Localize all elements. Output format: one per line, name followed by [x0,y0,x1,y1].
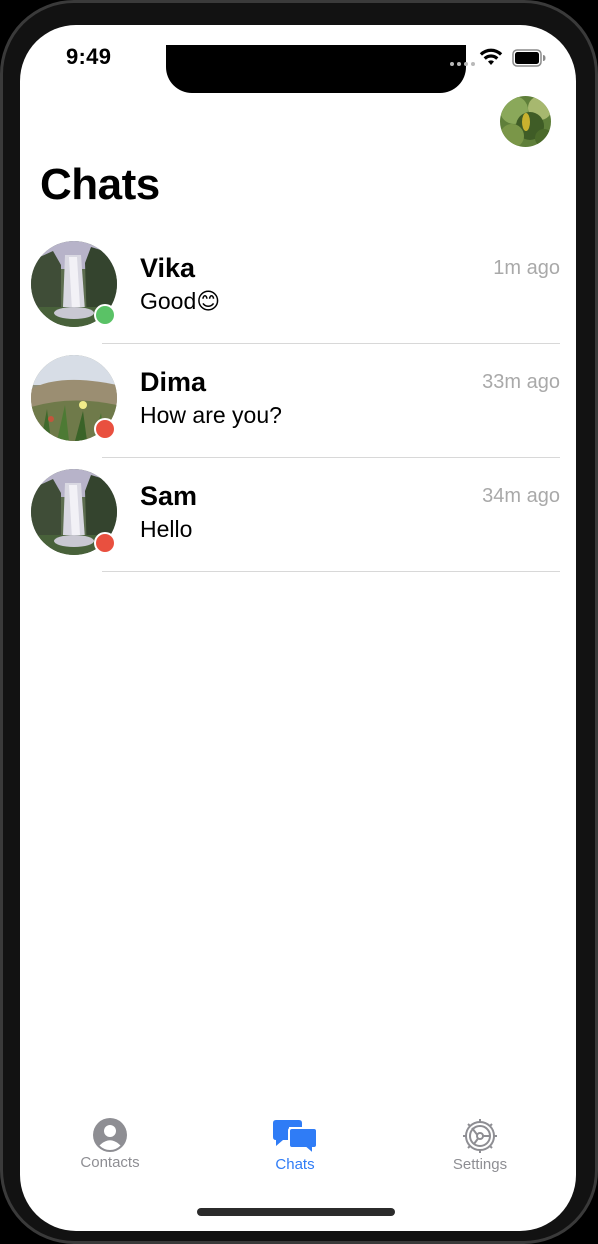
message-time: 33m ago [482,371,560,393]
offline-status-dot [94,532,116,554]
chat-row-sam[interactable]: Sam 34m ago Hello [30,458,560,572]
status-time: 9:49 [66,44,112,69]
landscape-photo-icon [500,96,551,147]
last-message: How are you? [140,402,282,428]
message-time: 1m ago [493,257,560,279]
tab-chats[interactable]: Chats [235,1112,355,1182]
page-title: Chats [40,160,160,209]
tab-label: Settings [452,1156,508,1173]
tab-label: Contacts [80,1154,140,1171]
online-status-dot [94,304,116,326]
last-message-text: Good [140,288,197,314]
cellular-signal-icon [450,62,475,66]
tab-settings[interactable]: Settings [420,1112,540,1182]
chat-row-vika[interactable]: Vika 1m ago Good😊 [30,230,560,344]
tab-bar: Contacts Chats Settings [0,1112,598,1192]
divider [102,571,560,572]
contact-name: Dima [140,367,207,397]
message-time: 34m ago [482,485,560,507]
smiling-face-emoji: 😊 [196,288,221,314]
tab-contacts[interactable]: Contacts [50,1112,170,1182]
battery-icon [512,49,546,67]
chat-row-dima[interactable]: Dima 33m ago How are you? [30,344,560,458]
chat-bubbles-icon [273,1120,318,1154]
last-message: Hello [140,516,193,542]
wifi-icon [479,48,503,65]
contact-name: Vika [140,253,196,283]
profile-avatar[interactable] [500,96,551,147]
notch [166,45,466,93]
person-circle-icon [93,1118,127,1152]
offline-status-dot [94,418,116,440]
tab-label: Chats [275,1156,315,1173]
gear-icon [463,1119,497,1153]
home-indicator[interactable] [197,1208,395,1216]
contact-name: Sam [140,481,198,511]
last-message: Good😊 [140,288,220,315]
